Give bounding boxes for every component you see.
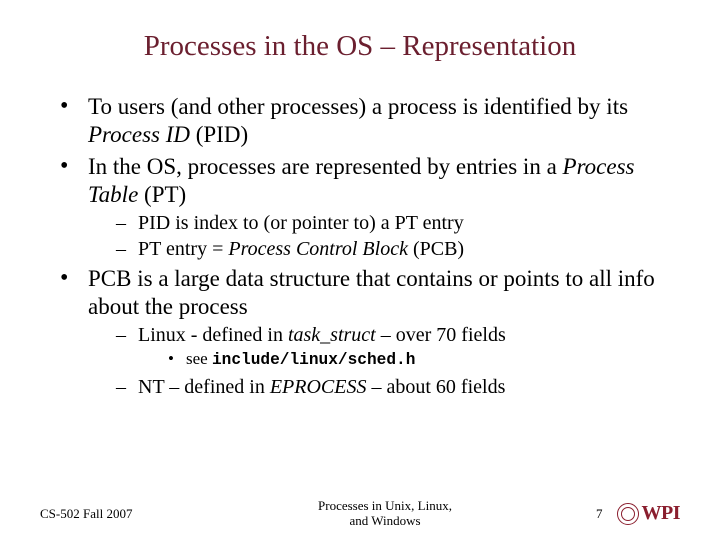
sub-bullet-item: PID is index to (or pointer to) a PT ent…	[116, 211, 680, 235]
wpi-logo: WPI	[617, 502, 681, 525]
wpi-wordmark: WPI	[642, 502, 681, 525]
text: To users (and other processes) a process…	[88, 94, 628, 119]
sub-bullet-item: PT entry = Process Control Block (PCB)	[116, 237, 680, 261]
sub-sub-bullet-list: see include/linux/sched.h	[138, 349, 680, 371]
page-number: 7	[596, 506, 603, 522]
bullet-item: To users (and other processes) a process…	[60, 93, 680, 149]
text: In the OS, processes are represented by …	[88, 154, 563, 179]
footer-course: CS-502 Fall 2007	[40, 506, 220, 522]
emphasis: task_struct	[288, 324, 376, 346]
text: (PID)	[190, 122, 248, 147]
text: – over 70 fields	[376, 324, 506, 346]
emphasis: Process Control Block	[228, 238, 408, 260]
sub-bullet-list: Linux - defined in task_struct – over 70…	[88, 323, 680, 399]
emphasis: Process ID	[88, 122, 190, 147]
slide-footer: CS-502 Fall 2007 Processes in Unix, Linu…	[40, 495, 680, 530]
bullet-list: To users (and other processes) a process…	[40, 93, 680, 400]
text: see	[186, 349, 212, 368]
footer-title-line1: Processes in Unix, Linux,	[318, 498, 452, 513]
footer-right: 7 WPI	[550, 502, 680, 525]
text: PT entry =	[138, 238, 228, 260]
sub-bullet-item: Linux - defined in task_struct – over 70…	[116, 323, 680, 371]
code-text: include/linux/sched.h	[212, 351, 415, 369]
bullet-item: PCB is a large data structure that conta…	[60, 265, 680, 400]
sub-sub-bullet-item: see include/linux/sched.h	[168, 349, 680, 371]
text: – about 60 fields	[366, 376, 505, 398]
wpi-seal-icon	[617, 503, 639, 525]
text: PID is index to (or pointer to) a PT ent…	[138, 212, 464, 234]
footer-title-line2: and Windows	[349, 513, 420, 528]
text: NT – defined in	[138, 376, 270, 398]
sub-bullet-item: NT – defined in EPROCESS – about 60 fiel…	[116, 375, 680, 399]
slide: Processes in the OS – Representation To …	[0, 0, 720, 540]
text: (PCB)	[408, 238, 464, 260]
sub-bullet-list: PID is index to (or pointer to) a PT ent…	[88, 211, 680, 261]
emphasis: EPROCESS	[270, 376, 367, 398]
slide-title: Processes in the OS – Representation	[40, 30, 680, 63]
footer-title: Processes in Unix, Linux, and Windows	[220, 499, 550, 528]
slide-content: To users (and other processes) a process…	[40, 93, 680, 495]
text: Linux - defined in	[138, 324, 288, 346]
text: PCB is a large data structure that conta…	[88, 266, 655, 319]
bullet-item: In the OS, processes are represented by …	[60, 153, 680, 261]
text: (PT)	[138, 182, 186, 207]
